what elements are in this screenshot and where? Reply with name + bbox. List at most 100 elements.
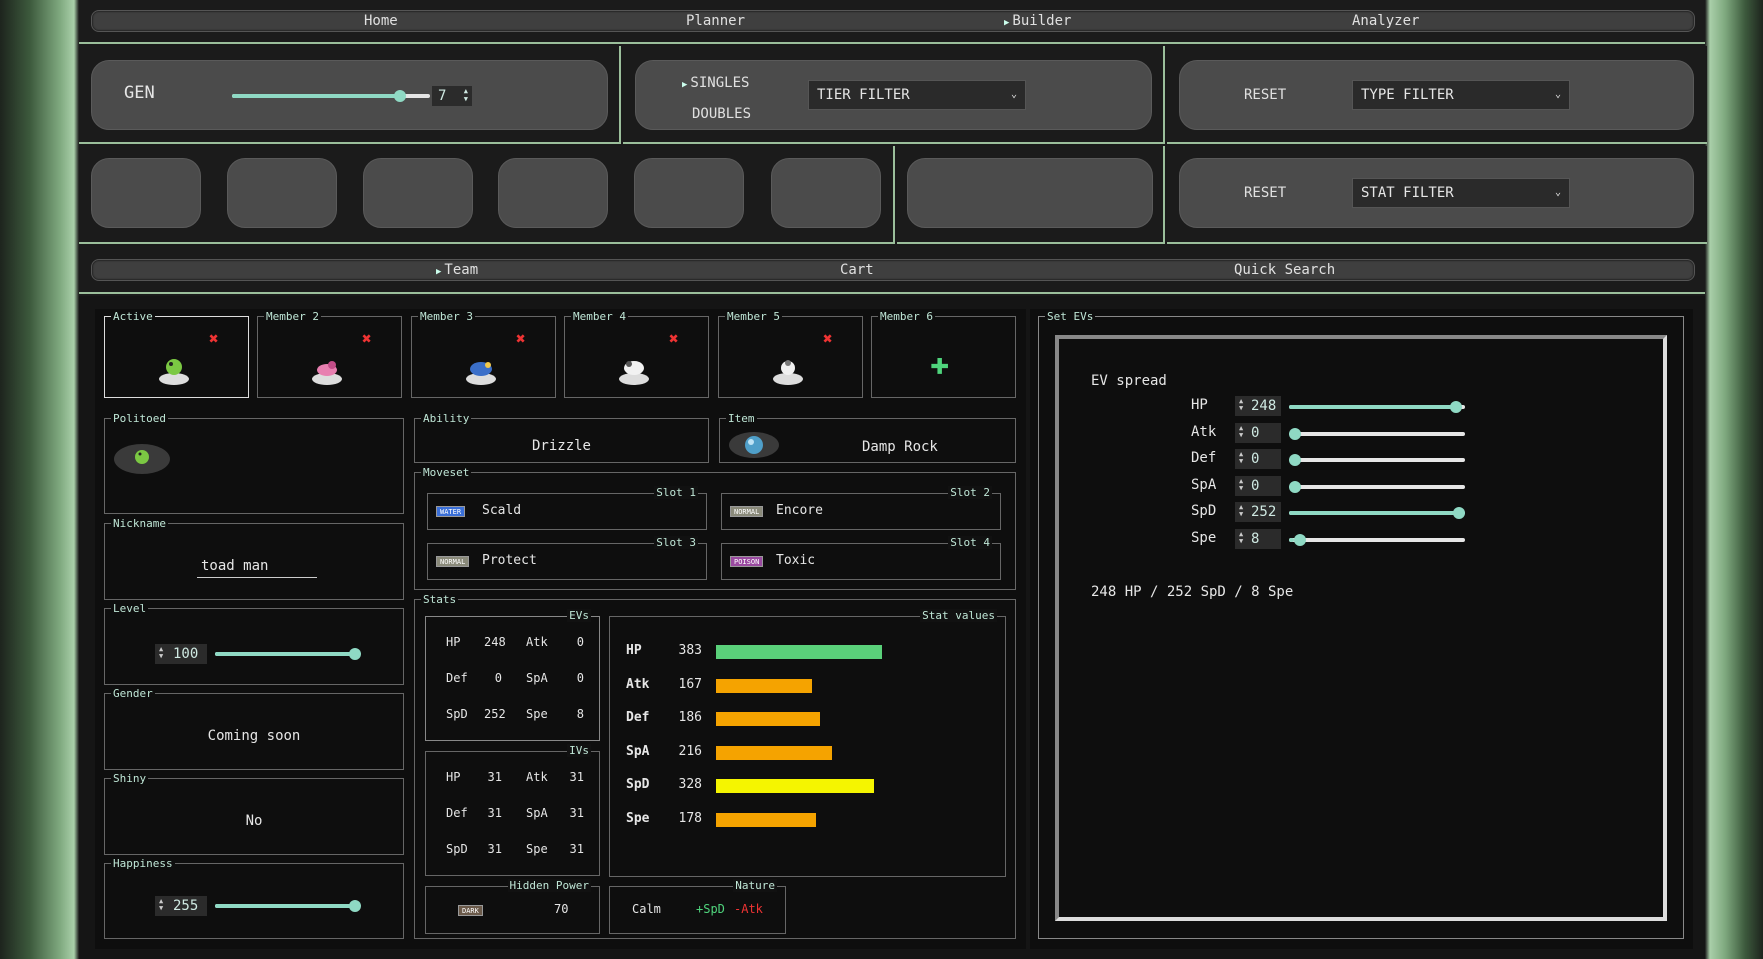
stat-filter-select[interactable]: STAT FILTER ⌄ <box>1352 178 1570 208</box>
ev-slider-knob[interactable] <box>1450 401 1462 413</box>
ev-stepper[interactable]: ▲ ▼ 248 <box>1235 396 1281 416</box>
remove-x-icon[interactable]: ✖ <box>362 329 372 348</box>
stat-name: SpA <box>526 806 548 820</box>
stat-value: 31 <box>487 806 502 820</box>
ev-slider-knob[interactable] <box>1453 507 1465 520</box>
ev-stepper[interactable]: ▲ ▼ 8 <box>1235 529 1281 549</box>
shiny-box: Shiny No <box>104 772 404 855</box>
ev-stat-name: Def <box>1191 450 1217 467</box>
nav-planner[interactable]: Planner <box>686 13 745 29</box>
tier-filter-select[interactable]: TIER FILTER ⌄ <box>808 80 1026 110</box>
type-filter-cell: RESET TYPE FILTER ⌄ <box>1167 46 1707 144</box>
stepper-arrows-icon[interactable]: ▲ ▼ <box>1239 531 1243 545</box>
stat-value: 0 <box>494 671 502 685</box>
stepper-arrows-icon[interactable]: ▲ ▼ <box>159 898 163 912</box>
reset-type-button[interactable]: RESET <box>1244 87 1286 103</box>
stepper-arrows-icon[interactable]: ▲ ▼ <box>1239 504 1243 518</box>
member-card-active[interactable]: Active ✖ <box>104 310 249 398</box>
gen-cell: GEN 7 ▲ ▼ <box>79 46 621 144</box>
nav-home[interactable]: Home <box>364 13 398 29</box>
ev-stepper[interactable]: ▲ ▼ 0 <box>1235 475 1281 496</box>
ev-slider[interactable] <box>1289 427 1465 440</box>
stat-name: SpD <box>446 842 468 856</box>
chevron-down-icon: ⌄ <box>1554 187 1561 198</box>
move-name: Scald <box>482 503 522 518</box>
quick-slot-6[interactable] <box>771 158 881 228</box>
ev-stepper[interactable]: ▲ ▼ 0 <box>1235 449 1281 470</box>
tab-team[interactable]: ▶ Team <box>436 262 478 278</box>
ev-slider-knob[interactable] <box>1289 427 1301 440</box>
ev-slider-knob[interactable] <box>1294 534 1306 546</box>
move-slot-3[interactable]: Slot 3 NORMAL Protect <box>427 536 707 580</box>
top-nav-row: Home Planner ▶ Builder Analyzer <box>79 0 1705 44</box>
doubles-option[interactable]: DOUBLES <box>692 106 751 122</box>
stepper-arrows-icon[interactable]: ▲ ▼ <box>1239 398 1243 412</box>
remove-x-icon[interactable]: ✖ <box>516 329 526 348</box>
ev-slider[interactable] <box>1289 534 1465 546</box>
level-slider-knob[interactable] <box>349 648 361 660</box>
quick-slot-5[interactable] <box>634 158 744 228</box>
quick-slot-extra[interactable] <box>907 158 1153 228</box>
nav-builder[interactable]: ▶ Builder <box>1004 13 1071 29</box>
quick-slot-2[interactable] <box>227 158 337 228</box>
member-card-4[interactable]: Member 4 ✖ <box>564 310 709 398</box>
stepper-arrows-icon[interactable]: ▲ ▼ <box>464 87 468 103</box>
nature-name[interactable]: Calm <box>632 902 661 916</box>
move-slot-4[interactable]: Slot 4 POISON Toxic <box>721 536 1001 580</box>
add-plus-icon[interactable]: ✚ <box>930 347 949 379</box>
stepper-arrows-icon[interactable]: ▲ ▼ <box>1239 477 1243 492</box>
ev-slider[interactable] <box>1289 480 1465 493</box>
tab-cart[interactable]: Cart <box>840 262 874 278</box>
stepper-arrows-icon[interactable]: ▲ ▼ <box>1239 424 1243 439</box>
member-card-5[interactable]: Member 5 ✖ <box>718 310 863 398</box>
shiny-value[interactable]: No <box>105 813 403 829</box>
stat-name: Spe <box>526 842 548 856</box>
remove-x-icon[interactable]: ✖ <box>209 329 219 348</box>
quick-slot-3[interactable] <box>363 158 473 228</box>
level-slider[interactable] <box>215 648 361 660</box>
pokemon-sprite-icon <box>312 361 342 385</box>
ev-slider-knob[interactable] <box>1289 480 1301 493</box>
ev-stepper[interactable]: ▲ ▼ 252 <box>1235 502 1281 523</box>
happiness-slider-knob[interactable] <box>349 900 361 912</box>
stepper-arrows-icon[interactable]: ▲ ▼ <box>1239 451 1243 465</box>
stat-bar <box>716 812 816 827</box>
singles-option[interactable]: ▶ SINGLES <box>682 75 749 91</box>
ev-slider[interactable] <box>1289 454 1465 467</box>
reset-stat-button[interactable]: RESET <box>1244 185 1286 201</box>
happiness-stepper[interactable]: ▲ ▼ 255 <box>155 896 207 916</box>
level-stepper[interactable]: ▲ ▼ 100 <box>155 644 207 664</box>
type-filter-select[interactable]: TYPE FILTER ⌄ <box>1352 80 1570 110</box>
quick-slot-1[interactable] <box>91 158 201 228</box>
gen-slider-knob[interactable] <box>394 90 406 102</box>
water-type-badge: WATER <box>436 506 466 517</box>
ability-value[interactable]: Drizzle <box>415 438 708 454</box>
tab-quick-search[interactable]: Quick Search <box>1234 262 1335 278</box>
stat-filter-card: RESET STAT FILTER ⌄ <box>1179 158 1694 228</box>
move-slot-1[interactable]: Slot 1 WATER Scald <box>427 486 707 530</box>
nav-analyzer[interactable]: Analyzer <box>1352 13 1419 29</box>
ev-slider[interactable] <box>1289 401 1465 413</box>
ev-stepper[interactable]: ▲ ▼ 0 <box>1235 422 1281 443</box>
remove-x-icon[interactable]: ✖ <box>823 329 833 348</box>
quick-slot-4[interactable] <box>498 158 608 228</box>
caret-right-icon: ▶ <box>436 267 442 277</box>
gen-slider[interactable] <box>232 90 430 102</box>
item-value[interactable]: Damp Rock <box>862 439 938 455</box>
nickname-input[interactable]: toad man <box>197 558 317 578</box>
stat-bar <box>716 678 812 693</box>
member-card-2[interactable]: Member 2 ✖ <box>257 310 402 398</box>
move-slot-2[interactable]: Slot 2 NORMAL Encore <box>721 486 1001 530</box>
ev-slider[interactable] <box>1289 507 1465 520</box>
ev-slider-knob[interactable] <box>1289 454 1301 467</box>
stat-name: Def <box>626 710 650 725</box>
member-card-3[interactable]: Member 3 ✖ <box>411 310 556 398</box>
remove-x-icon[interactable]: ✖ <box>669 329 679 348</box>
member-card-6[interactable]: Member 6 ✚ <box>871 310 1016 398</box>
stat-bar <box>716 745 832 760</box>
move-name: Toxic <box>776 553 816 568</box>
pokemon-sprite-icon <box>466 362 496 385</box>
stepper-arrows-icon[interactable]: ▲ ▼ <box>159 646 163 660</box>
gen-stepper[interactable]: 7 ▲ ▼ <box>432 86 472 106</box>
happiness-slider[interactable] <box>215 900 361 912</box>
